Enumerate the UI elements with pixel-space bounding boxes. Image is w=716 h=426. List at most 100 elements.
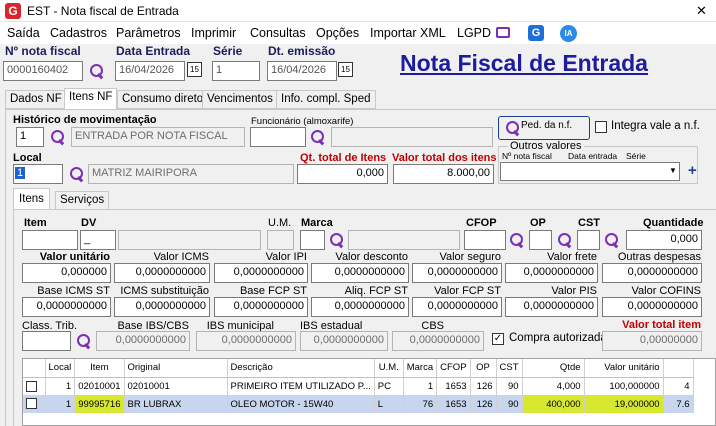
cell-valor-unitario: 100,000000 (584, 377, 664, 395)
historico-code-input[interactable]: 1 (16, 127, 44, 147)
tab-info-sped[interactable]: Info. compl. Sped (276, 90, 376, 109)
col-um[interactable]: U.M. (374, 359, 404, 378)
calendar-icon[interactable]: 15 (187, 62, 202, 77)
local-desc: MATRIZ MAIRIPORA (88, 164, 294, 184)
valor-fcp-st-input[interactable]: 0,0000000000 (412, 297, 502, 317)
col-check[interactable] (23, 359, 46, 378)
col-cfop[interactable]: CFOP (436, 359, 471, 378)
chevron-down-icon[interactable]: ▼ (669, 166, 677, 175)
search-nota-icon[interactable] (89, 63, 105, 79)
close-icon[interactable]: ✕ (696, 3, 707, 19)
row-checkbox[interactable] (23, 395, 46, 413)
tab-vencimentos[interactable]: Vencimentos (202, 90, 278, 109)
row-checkbox-box[interactable] (26, 380, 37, 392)
compra-autorizada-checkbox[interactable]: ✓ (492, 333, 504, 345)
emissao-input[interactable]: 16/04/2026 (267, 61, 337, 81)
search-historico-icon[interactable] (50, 129, 66, 145)
cfop-input[interactable] (464, 230, 506, 250)
um-input (267, 230, 294, 250)
search-funcionario-icon[interactable] (310, 129, 326, 145)
tab-itens-nf[interactable]: Itens NF (64, 88, 118, 109)
serie-input[interactable]: 1 (212, 61, 260, 81)
integra-checkbox[interactable] (595, 121, 607, 133)
col-qtde[interactable]: Qtde (522, 359, 585, 378)
icms-substituicao-label: ICMS substituição (120, 285, 209, 297)
table-row[interactable]: 1 02010001 02010001 PRIMEIRO ITEM UTILIZ… (23, 377, 694, 395)
item-input[interactable] (22, 230, 78, 250)
calendar-icon[interactable]: 15 (338, 62, 353, 77)
menu-consultas[interactable]: Consultas (250, 26, 306, 40)
valor-frete-label: Valor frete (547, 251, 597, 263)
menu-lgpd[interactable]: LGPD (457, 26, 491, 40)
search-class-trib-icon[interactable] (76, 333, 92, 349)
search-local-icon[interactable] (69, 166, 85, 182)
class-trib-input[interactable] (22, 331, 71, 351)
table-row[interactable]: 1 99995716 BR LUBRAX OLEO MOTOR - 15W40 … (23, 395, 694, 413)
col-valor-unitario[interactable]: Valor unitário (584, 359, 664, 378)
col-local[interactable]: Local (45, 359, 76, 378)
base-fcp-st-input[interactable]: 0,0000000000 (214, 297, 308, 317)
cst-input[interactable] (577, 230, 600, 250)
aliq-fcp-st-input[interactable]: 0,0000000000 (311, 297, 409, 317)
grid-header: Local Item Original Descrição U.M. Marca… (23, 359, 694, 378)
ped-nf-button[interactable]: Ped. da n.f. (498, 116, 590, 140)
row-checkbox[interactable] (23, 377, 46, 395)
valor-pis-input[interactable]: 0,0000000000 (505, 297, 598, 317)
integra-label: Integra vale a n.f. (611, 120, 700, 132)
menu-importar-xml[interactable]: Importar XML (370, 26, 446, 40)
menu-parametros[interactable]: Parâmetros (116, 26, 181, 40)
quantidade-input[interactable]: 0,000 (626, 230, 702, 250)
ia-icon[interactable]: IA (560, 25, 577, 42)
chat-icon[interactable] (496, 27, 510, 38)
menu-opcoes[interactable]: Opções (316, 26, 359, 40)
col-marca[interactable]: Marca (403, 359, 438, 378)
add-icon[interactable]: + (688, 162, 697, 179)
data-entrada-input[interactable]: 16/04/2026 (115, 61, 185, 81)
col-descricao[interactable]: Descrição (227, 359, 375, 378)
outros-valores-select[interactable] (500, 162, 680, 181)
dv-input[interactable]: _ (80, 230, 116, 250)
local-code-input[interactable]: 1 (13, 164, 63, 184)
page-title: Nota Fiscal de Entrada (400, 50, 648, 76)
tab-servicos[interactable]: Serviços (55, 191, 110, 210)
base-icms-st-input[interactable]: 0,0000000000 (22, 297, 111, 317)
marca-input[interactable] (300, 230, 325, 250)
valor-frete-input[interactable]: 0,0000000000 (505, 263, 598, 283)
search-cfop-icon[interactable] (509, 232, 525, 248)
search-marca-icon[interactable] (329, 232, 345, 248)
col-item[interactable]: Item (74, 359, 125, 378)
menu-saida[interactable]: Saída (7, 26, 40, 40)
col-original[interactable]: Original (124, 359, 228, 378)
tab-itens[interactable]: Itens (13, 188, 50, 210)
valor-icms-input[interactable]: 0,0000000000 (114, 263, 210, 283)
app-logo-icon: G (5, 3, 21, 19)
row-checkbox-box[interactable] (26, 398, 37, 410)
col-extra[interactable] (663, 359, 694, 378)
menu-cadastros[interactable]: Cadastros (50, 26, 107, 40)
col-cst[interactable]: CST (496, 359, 523, 378)
menu-imprimir[interactable]: Imprimir (191, 26, 236, 40)
tab-dados-nf[interactable]: Dados NF (5, 90, 67, 109)
marca-label: Marca (301, 217, 333, 229)
cst-label: CST (578, 217, 600, 229)
valor-ipi-input[interactable]: 0,0000000000 (214, 263, 308, 283)
marca-desc (348, 230, 460, 250)
op-input[interactable] (529, 230, 552, 250)
nota-input[interactable]: 0000160402 (3, 61, 83, 81)
valor-desconto-input[interactable]: 0,0000000000 (311, 263, 409, 283)
tab-consumo-direto[interactable]: Consumo direto (117, 90, 209, 109)
cell-descricao: OLEO MOTOR - 15W40 (227, 395, 375, 413)
aliq-fcp-st-label: Aliq. FCP ST (344, 285, 408, 297)
outras-despesas-input[interactable]: 0,0000000000 (602, 263, 702, 283)
valor-cofins-input[interactable]: 0,0000000000 (602, 297, 702, 317)
search-op-icon[interactable] (557, 232, 573, 248)
col-op[interactable]: OP (470, 359, 497, 378)
g-app-icon[interactable]: G (528, 25, 544, 41)
funcionario-code-input[interactable] (250, 127, 306, 147)
icms-substituicao-input[interactable]: 0,0000000000 (114, 297, 210, 317)
search-cst-icon[interactable] (604, 232, 620, 248)
valor-seguro-input[interactable]: 0,0000000000 (412, 263, 502, 283)
valor-unitario-input[interactable]: 0,000000 (22, 263, 111, 283)
quantidade-label: Quantidade (643, 217, 704, 229)
items-grid[interactable]: Local Item Original Descrição U.M. Marca… (22, 358, 716, 426)
